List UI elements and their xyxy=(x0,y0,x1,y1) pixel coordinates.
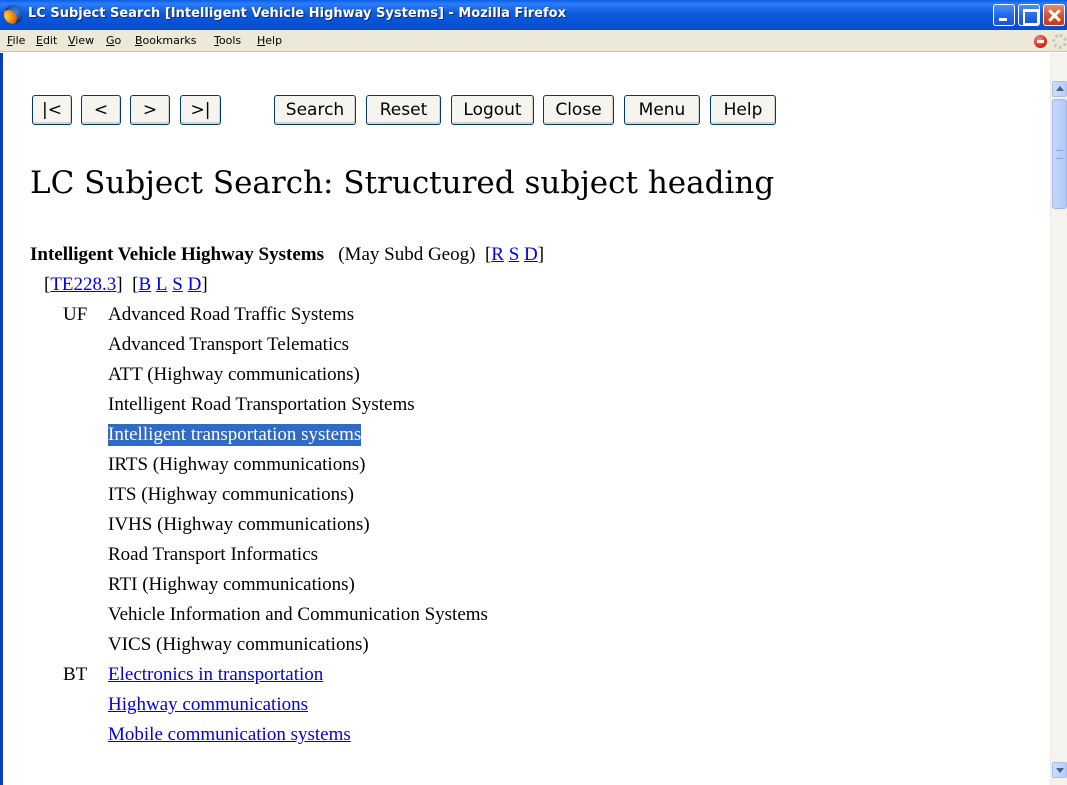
uf-term: Road Transport Informatics xyxy=(108,544,319,565)
reset-button[interactable]: Reset xyxy=(366,95,441,125)
menu-bookmarks[interactable]: Bookmarks xyxy=(135,34,196,47)
heading-link-s[interactable]: S xyxy=(509,244,520,265)
bt-term-link: Mobile communication systems xyxy=(108,724,351,746)
previous-button[interactable]: < xyxy=(81,95,121,125)
window-title: LC Subject Search [Intelligent Vehicle H… xyxy=(28,6,566,21)
menu-file[interactable]: File xyxy=(7,34,25,47)
subject-heading-line: Intelligent Vehicle Highway Systems (May… xyxy=(30,244,545,265)
firefox-logo-icon xyxy=(4,5,23,24)
class-link-d[interactable]: D xyxy=(188,274,202,295)
subject-heading: Intelligent Vehicle Highway Systems xyxy=(30,244,324,265)
menu-edit[interactable]: Edit xyxy=(36,34,57,47)
first-page-button[interactable]: |< xyxy=(32,95,72,125)
subdivision-note: (May Subd Geog) xyxy=(338,244,476,265)
scroll-down-arrow-icon[interactable] xyxy=(1052,762,1067,778)
help-button[interactable]: Help xyxy=(710,95,776,125)
uf-term: Vehicle Information and Communication Sy… xyxy=(108,604,488,625)
bt-term-link: Highway communications xyxy=(108,694,308,716)
uf-term: IRTS (Highway communications) xyxy=(108,454,366,475)
uf-term: Advanced Road Traffic Systems xyxy=(108,304,355,325)
stop-icon[interactable] xyxy=(1034,35,1047,48)
class-link-s[interactable]: S xyxy=(172,274,183,295)
bt-link-electronics[interactable]: Electronics in transportation xyxy=(108,664,323,685)
vertical-scrollbar[interactable] xyxy=(1050,53,1067,785)
logout-button[interactable]: Logout xyxy=(451,95,534,125)
throbber-icon xyxy=(1052,34,1067,49)
uf-term: ATT (Highway communications) xyxy=(108,364,360,385)
menu-go[interactable]: Go xyxy=(106,34,121,47)
uf-term: Intelligent Road Transportation Systems xyxy=(108,394,415,415)
uf-term: Advanced Transport Telematics xyxy=(108,334,350,355)
class-link-l[interactable]: L xyxy=(156,274,168,295)
menu-tools[interactable]: Tools xyxy=(214,34,241,47)
menu-button[interactable]: Menu xyxy=(624,95,700,125)
bt-link-mobile[interactable]: Mobile communication systems xyxy=(108,724,351,745)
uf-term: ITS (Highway communications) xyxy=(108,484,354,505)
class-number-line: [TE228.3] [B L S D] xyxy=(44,274,208,295)
uf-term: RTI (Highway communications) xyxy=(108,574,355,595)
bt-term-link: Electronics in transportation xyxy=(108,664,323,686)
heading-link-d[interactable]: D xyxy=(524,244,538,265)
maximize-button[interactable] xyxy=(1018,4,1040,26)
menu-bar: File Edit View Go Bookmarks Tools Help xyxy=(0,30,1067,52)
search-button[interactable]: Search xyxy=(274,95,356,125)
uf-term-selected: Intelligent transportation systems xyxy=(108,424,362,446)
scroll-thumb[interactable] xyxy=(1052,99,1067,209)
last-page-button[interactable]: >| xyxy=(180,95,221,125)
page-title: LC Subject Search: Structured subject he… xyxy=(30,165,775,201)
close-window-button[interactable] xyxy=(1043,4,1065,26)
class-link-b[interactable]: B xyxy=(138,274,151,295)
bt-label: BT xyxy=(63,664,88,685)
next-button[interactable]: > xyxy=(130,95,170,125)
uf-term: IVHS (Highway communications) xyxy=(108,514,370,535)
heading-link-r[interactable]: R xyxy=(491,244,504,265)
bt-link-highway[interactable]: Highway communications xyxy=(108,694,308,715)
class-number-link[interactable]: TE228.3 xyxy=(50,274,116,295)
menu-view[interactable]: View xyxy=(68,34,94,47)
scroll-up-arrow-icon[interactable] xyxy=(1052,81,1067,97)
uf-label: UF xyxy=(63,304,88,325)
close-button[interactable]: Close xyxy=(543,95,614,125)
minimize-button[interactable] xyxy=(993,4,1015,26)
menu-help[interactable]: Help xyxy=(257,34,282,47)
uf-term: VICS (Highway communications) xyxy=(108,634,369,655)
title-bar[interactable]: LC Subject Search [Intelligent Vehicle H… xyxy=(0,0,1067,30)
